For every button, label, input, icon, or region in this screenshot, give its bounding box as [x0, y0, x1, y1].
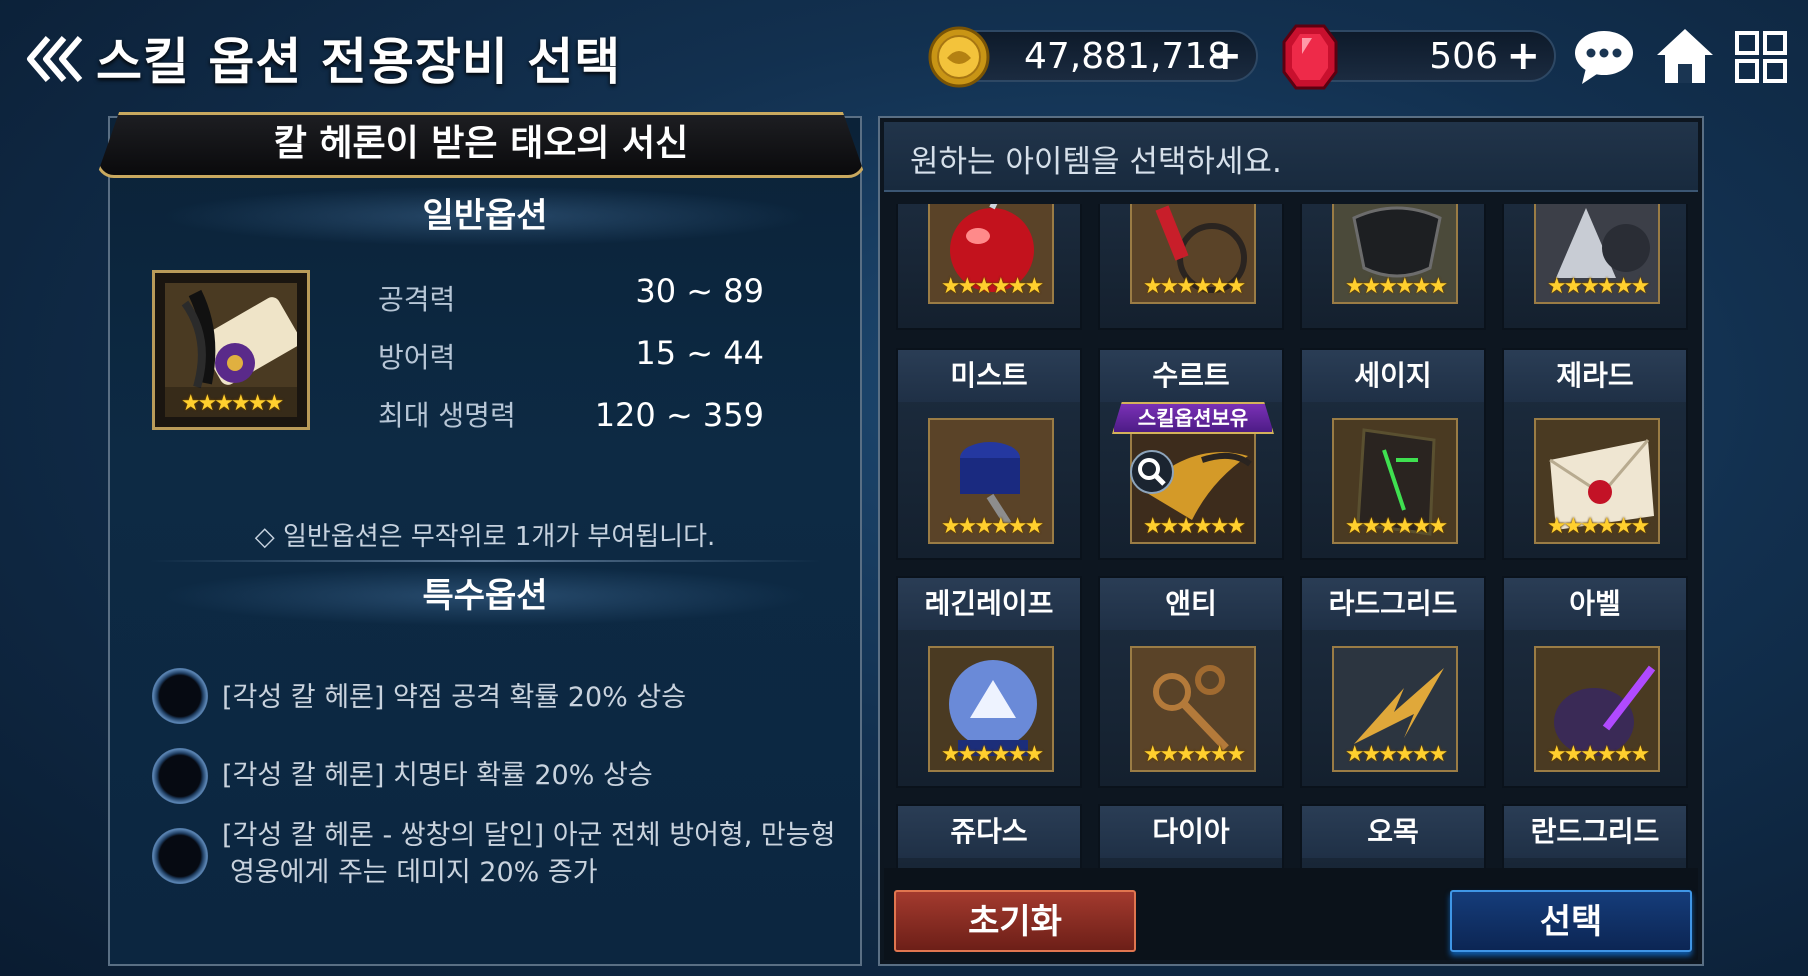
item-thumbnail: ★★★★★★	[1332, 646, 1458, 772]
page-title: 스킬 옵션 전용장비 선택	[96, 33, 622, 91]
item-name: 다이아	[1100, 806, 1282, 858]
rarity-stars: ★★★★★★	[940, 274, 1044, 299]
item-name: 쥬다스	[898, 806, 1080, 858]
item-card[interactable]: ★★★★★★	[896, 204, 1082, 330]
stat-name-defense: 방어력	[378, 341, 456, 374]
item-name: 제라드	[1504, 350, 1686, 402]
general-options-heading: 일반옵션	[422, 196, 548, 236]
item-name: 앤티	[1100, 578, 1282, 630]
item-name: 미스트	[898, 350, 1080, 402]
item-name: 세이지	[1302, 350, 1484, 402]
item-name: 오목	[1302, 806, 1484, 858]
rarity-stars: ★★★★★★	[1546, 514, 1650, 539]
item-card[interactable]: ★★★★★★	[1300, 204, 1486, 330]
stat-name-attack: 공격력	[378, 283, 456, 316]
item-icon-frame: ★★★★★★	[152, 270, 310, 430]
rarity-stars: ★★★★★★	[1344, 514, 1448, 539]
item-name: 수르트	[1100, 350, 1282, 402]
item-name: 아벨	[1504, 578, 1686, 630]
item-card-radgrid[interactable]: 라드그리드 ★★★★★★	[1300, 576, 1486, 788]
stat-name-max-hp: 최대 생명력	[378, 399, 516, 432]
item-name: 란드그리드	[1504, 806, 1686, 858]
special-options-heading: 특수옵션	[422, 576, 548, 616]
special-option-text-2: [각성 칼 헤론] 치명타 확률 20% 상승	[222, 760, 653, 791]
item-card-reginleif[interactable]: 레긴레이프 ★★★★★★	[896, 576, 1082, 788]
special-option-text-3a: [각성 칼 헤론 - 쌍창의 달인] 아군 전체 방어형, 만능형	[222, 820, 836, 851]
stat-value-max-hp: 120 ~ 359	[594, 396, 764, 434]
item-thumbnail: ★★★★★★	[1130, 204, 1256, 304]
item-title: 칼 헤론이 받은 태오의 서신	[273, 123, 689, 164]
item-thumbnail: ★★★★★★	[1534, 418, 1660, 544]
rarity-stars: ★★★★★★	[1546, 742, 1650, 767]
item-thumbnail: ★★★★★★	[1332, 204, 1458, 304]
item-card-sage[interactable]: 세이지 ★★★★★★	[1300, 348, 1486, 560]
item-name: 라드그리드	[1302, 578, 1484, 630]
special-option-radio-2[interactable]	[152, 748, 208, 804]
item-card-randgrid[interactable]: 란드그리드	[1502, 804, 1688, 868]
skill-option-badge: 스킬옵션보유	[1112, 402, 1274, 434]
item-thumbnail: ★★★★★★	[928, 418, 1054, 544]
special-option-radio-3[interactable]	[152, 828, 208, 884]
item-thumbnail: ★★★★★★	[1534, 646, 1660, 772]
stat-value-attack: 30 ~ 89	[635, 272, 764, 310]
item-card-dia[interactable]: 다이아	[1098, 804, 1284, 868]
item-card-surt[interactable]: 수르트 ★★★★★★ 스킬옵션보유	[1098, 348, 1284, 560]
rarity-stars: ★★★★★★	[940, 742, 1044, 767]
back-icon[interactable]	[26, 34, 84, 84]
add-gold-icon[interactable]: +	[1208, 36, 1242, 76]
chat-icon[interactable]	[1572, 28, 1636, 86]
gold-value: 47,881,718	[1024, 36, 1231, 77]
gold-coin-icon	[928, 26, 990, 88]
item-name: 레긴레이프	[898, 578, 1080, 630]
ruby-gem-icon	[1282, 24, 1338, 90]
rarity-stars: ★★★★★★	[1344, 274, 1448, 299]
gem-value: 506	[1429, 36, 1498, 77]
special-option-radio-1[interactable]	[152, 668, 208, 724]
item-thumbnail: ★★★★★★	[1130, 646, 1256, 772]
item-thumbnail: ★★★★★★	[928, 646, 1054, 772]
item-card-omok[interactable]: 오목	[1300, 804, 1486, 868]
item-card-judas[interactable]: 쥬다스	[896, 804, 1082, 868]
special-option-text-1: [각성 칼 헤론] 약점 공격 확률 20% 상승	[222, 682, 687, 713]
select-button[interactable]: 선택	[1450, 890, 1692, 952]
rarity-stars: ★★★★★★	[1344, 742, 1448, 767]
magnifier-icon[interactable]	[1130, 450, 1174, 494]
home-icon[interactable]	[1654, 26, 1716, 86]
item-grid[interactable]: ★★★★★★ ★★★★★★ ★★★★★★ ★★★★★★ 미스트 ★★★★★★ 수…	[884, 204, 1698, 868]
divider	[150, 560, 820, 562]
item-card[interactable]: ★★★★★★	[1098, 204, 1284, 330]
item-card-gerard[interactable]: 제라드 ★★★★★★	[1502, 348, 1688, 560]
item-rarity-stars: ★★★★★★	[180, 391, 284, 416]
item-thumbnail: ★★★★★★	[928, 204, 1054, 304]
rarity-stars: ★★★★★★	[1546, 274, 1650, 299]
item-card[interactable]: ★★★★★★	[1502, 204, 1688, 330]
selection-prompt: 원하는 아이템을 선택하세요.	[910, 144, 1282, 180]
top-bar: 스킬 옵션 전용장비 선택 47,881,718 + 506 +	[0, 0, 1808, 112]
rarity-stars: ★★★★★★	[940, 514, 1044, 539]
reset-button[interactable]: 초기화	[894, 890, 1136, 952]
stat-value-defense: 15 ~ 44	[635, 334, 764, 372]
general-option-note: ◇ 일반옵션은 무작위로 1개가 부여됩니다.	[254, 522, 716, 552]
rarity-stars: ★★★★★★	[1142, 514, 1246, 539]
item-card-mist[interactable]: 미스트 ★★★★★★	[896, 348, 1082, 560]
item-card-anti[interactable]: 앤티 ★★★★★★	[1098, 576, 1284, 788]
rarity-stars: ★★★★★★	[1142, 274, 1246, 299]
menu-grid-icon[interactable]	[1734, 30, 1788, 84]
add-gem-icon[interactable]: +	[1506, 36, 1540, 76]
item-thumbnail: ★★★★★★	[1534, 204, 1660, 304]
rarity-stars: ★★★★★★	[1142, 742, 1246, 767]
special-option-text-3b: 영웅에게 주는 데미지 20% 증가	[230, 857, 598, 888]
item-thumbnail: ★★★★★★	[1332, 418, 1458, 544]
item-card-abel[interactable]: 아벨 ★★★★★★	[1502, 576, 1688, 788]
